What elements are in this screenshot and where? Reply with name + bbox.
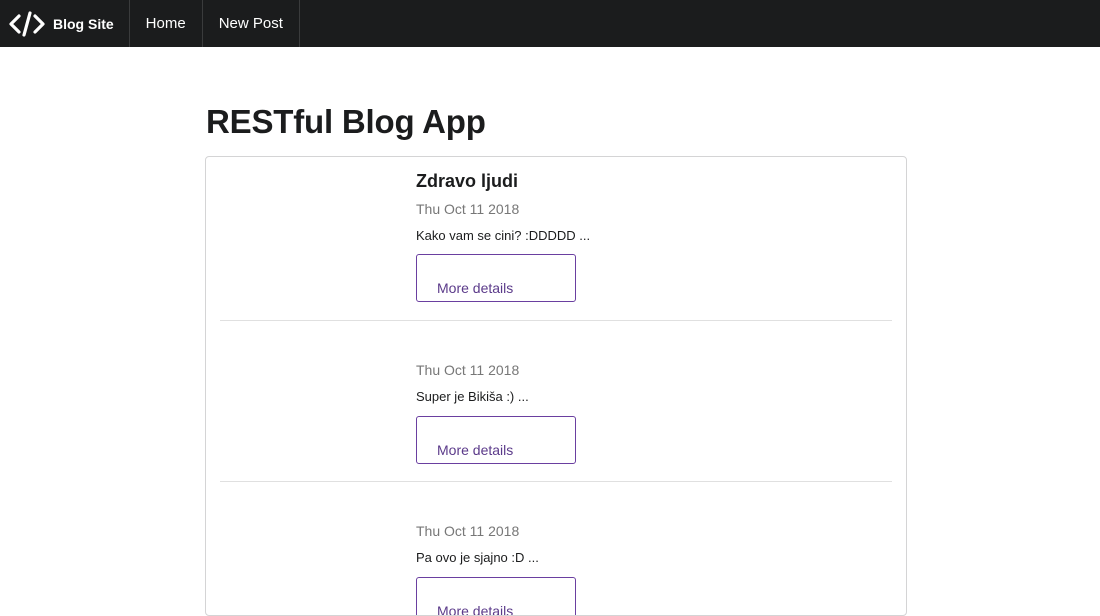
page-title: RESTful Blog App [206,103,486,140]
more-details-button[interactable]: More details [416,254,576,302]
code-icon [9,10,45,38]
brand-label: Blog Site [53,15,114,32]
post-date: Thu Oct 11 2018 [416,201,520,217]
nav-new-post[interactable]: New Post [203,0,300,47]
brand-link[interactable]: Blog Site [0,0,130,47]
post-item: Zdravo ljudi Thu Oct 11 2018 Kako vam se… [220,157,892,319]
more-details-button[interactable]: More details [416,577,576,615]
nav-home[interactable]: Home [130,0,203,47]
post-date: Thu Oct 11 2018 [416,523,520,539]
post-item: Thu Oct 11 2018 Pa ovo je sjajno :D ... … [220,482,892,615]
posts-list: Zdravo ljudi Thu Oct 11 2018 Kako vam se… [205,156,907,616]
top-navbar: Blog Site Home New Post [0,0,1100,47]
post-title[interactable]: Zdravo ljudi [416,171,518,192]
post-date: Thu Oct 11 2018 [416,362,520,378]
post-excerpt: Pa ovo je sjajno :D ... [416,550,539,565]
post-item: Thu Oct 11 2018 Super je Bikiša :) ... M… [220,321,892,483]
more-details-button[interactable]: More details [416,416,576,464]
post-excerpt: Super je Bikiša :) ... [416,389,529,404]
post-excerpt: Kako vam se cini? :DDDDD ... [416,228,591,243]
